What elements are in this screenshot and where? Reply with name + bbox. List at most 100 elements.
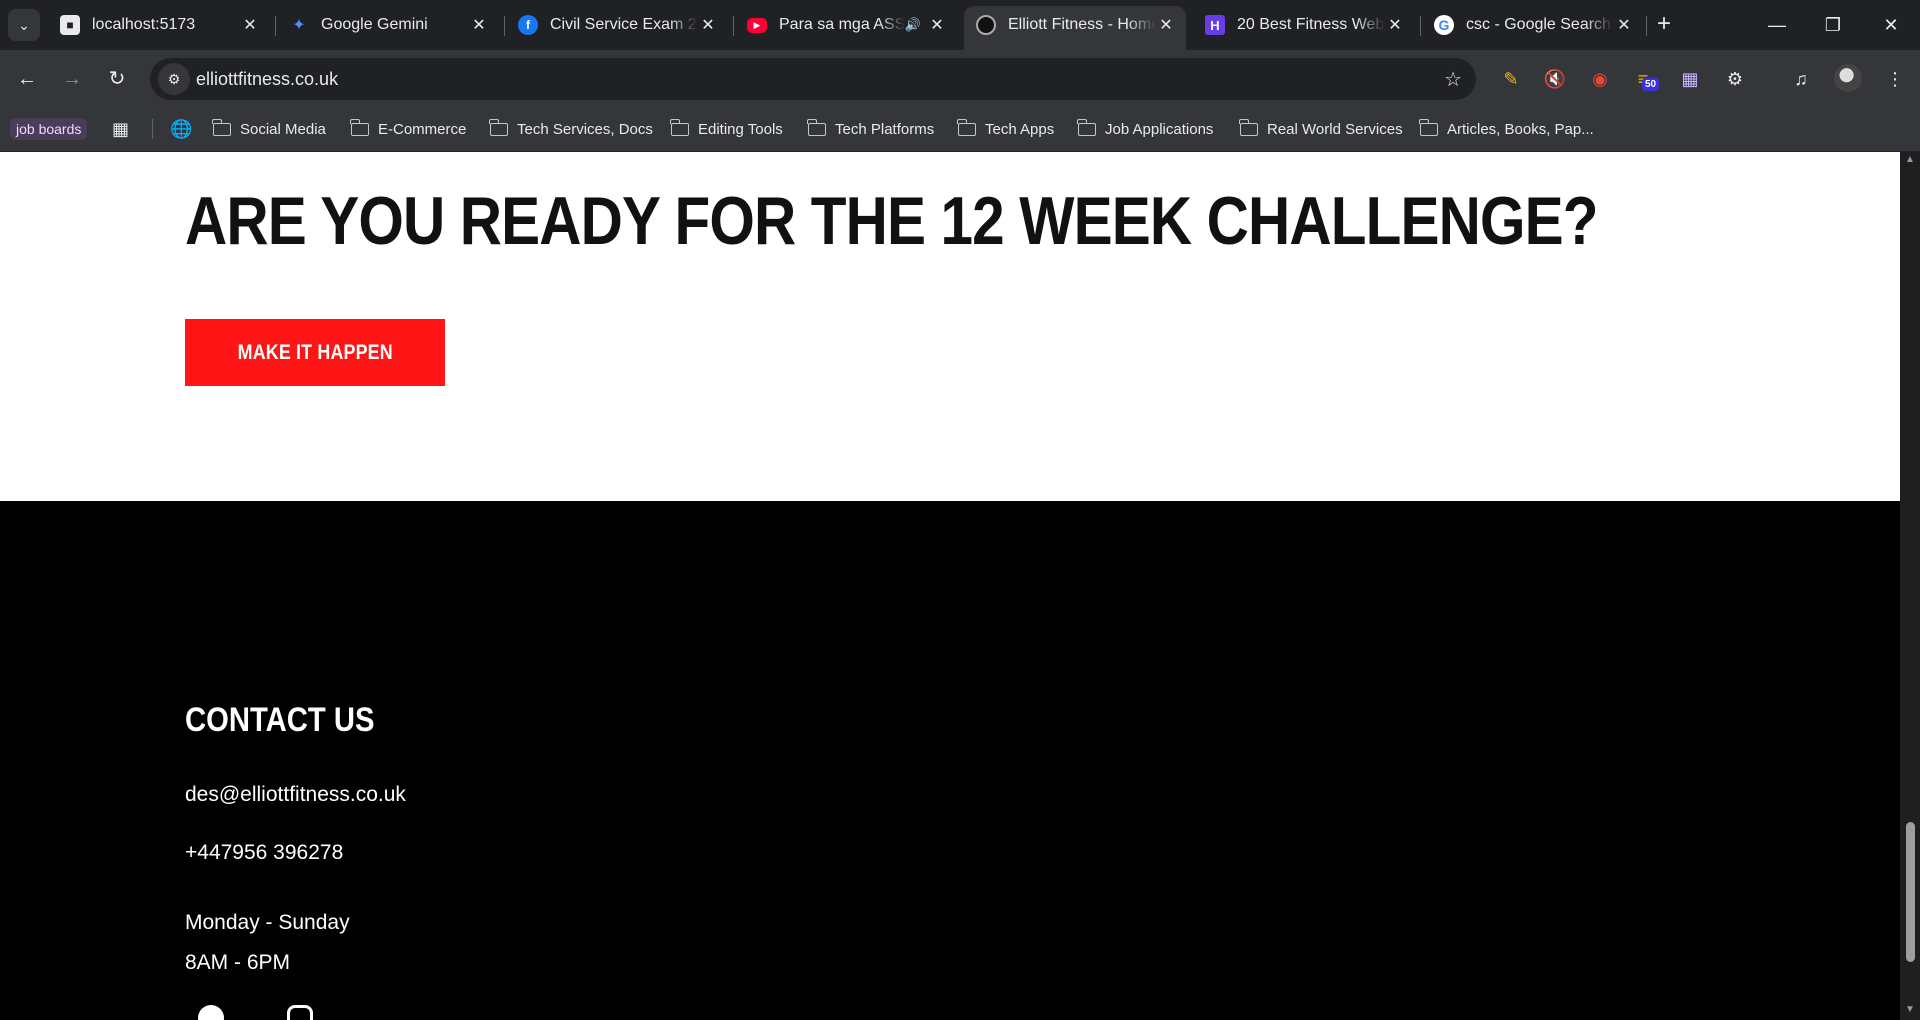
opening-days: Monday - Sunday [185, 911, 350, 934]
reload-button[interactable]: ↻ [100, 62, 134, 96]
url-text[interactable]: elliottfitness.co.uk [196, 69, 338, 90]
profile-avatar[interactable] [1834, 64, 1862, 92]
tab-best-fitness-websites[interactable]: H 20 Best Fitness Websites ✕ [1193, 6, 1415, 44]
folder-icon [1077, 118, 1096, 136]
highlighter-extension-icon[interactable]: ✎ [1496, 64, 1526, 94]
opening-hours: 8AM - 6PM [185, 951, 291, 974]
challenge-heading: ARE YOU READY FOR THE 12 WEEK CHALLENGE? [185, 183, 1598, 259]
folder-icon [957, 118, 976, 136]
bookmark-job-boards[interactable]: job boards [10, 107, 88, 151]
folder-icon [489, 118, 508, 136]
bookmark-label: Editing Tools [698, 120, 783, 138]
quillbot-extension-icon[interactable]: ◉ [1585, 64, 1615, 94]
bookmark-label: Real World Services [1267, 120, 1403, 138]
bookmark-label: Tech Apps [985, 120, 1055, 138]
mute-extension-icon[interactable]: 🔇 [1540, 64, 1570, 94]
scrollbar-thumb[interactable] [1906, 822, 1915, 962]
contact-email-link[interactable]: des@elliottfitness.co.uk [185, 783, 406, 807]
browser-toolbar: ← → ↻ ⚙ elliottfitness.co.uk ☆ ✎ 🔇 ◉ ≡ 5… [0, 50, 1920, 107]
hostinger-icon: H [1205, 15, 1225, 35]
menu-kebab-icon[interactable]: ⋮ [1880, 64, 1910, 94]
forward-button[interactable]: → [55, 62, 89, 96]
folder-icon [670, 118, 689, 136]
bookmark-folder-tech-services[interactable]: Tech Services, Docs [489, 107, 653, 151]
site-footer: CONTACT US des@elliottfitness.co.uk +447… [0, 501, 1900, 1020]
facebook-icon[interactable] [198, 1005, 224, 1020]
close-window-button[interactable]: ✕ [1868, 8, 1914, 42]
tab-divider [733, 16, 734, 36]
tab-divider [1420, 16, 1421, 36]
facebook-icon: f [518, 15, 538, 35]
close-icon[interactable]: ✕ [927, 15, 947, 35]
close-icon[interactable]: ✕ [469, 15, 489, 35]
contact-phone-link[interactable]: +447956 396278 [185, 841, 343, 865]
back-button[interactable]: ← [10, 62, 44, 96]
address-bar[interactable]: ⚙ elliottfitness.co.uk ☆ [150, 58, 1476, 100]
bookmarks-divider [152, 119, 153, 139]
bookmark-folder-editing-tools[interactable]: Editing Tools [670, 107, 783, 151]
site-info-button[interactable]: ⚙ [158, 63, 190, 95]
tab-title: Elliott Fitness - Home [1008, 16, 1156, 33]
arrow-left-icon: ← [17, 68, 37, 90]
bookmark-folder-real-world-services[interactable]: Real World Services [1239, 107, 1403, 151]
elliott-fitness-icon [976, 15, 996, 35]
media-controls-icon[interactable]: ♫ [1786, 64, 1816, 94]
tab-divider [1646, 16, 1647, 36]
bookmark-folder-social-media[interactable]: Social Media [212, 107, 326, 151]
tab-title: Civil Service Exam 2024 [550, 16, 698, 33]
bookmark-folder-articles-books[interactable]: Articles, Books, Pap... [1419, 107, 1594, 151]
tab-divider [275, 16, 276, 36]
tab-gemini[interactable]: ✦ Google Gemini ✕ [277, 6, 499, 44]
plus-icon: + [1656, 10, 1671, 37]
minimize-button[interactable]: — [1754, 8, 1800, 42]
tab-title: Google Gemini [321, 16, 428, 33]
instagram-icon[interactable] [287, 1005, 313, 1020]
apps-grid-icon[interactable]: ▦ [112, 107, 129, 151]
tab-google-search[interactable]: G csc - Google Search ✕ [1422, 6, 1644, 44]
tab-elliott-fitness[interactable]: Elliott Fitness - Home ✕ [964, 6, 1186, 50]
make-it-happen-button[interactable]: MAKE IT HAPPEN [185, 319, 445, 386]
tab-title: Para sa mga ASSISTANT [779, 16, 905, 33]
speaker-icon[interactable]: 🔊 [905, 17, 921, 33]
tune-icon: ⚙ [167, 71, 181, 87]
reader-extension-icon[interactable]: ▦ [1675, 64, 1705, 94]
restore-button[interactable]: ❐ [1810, 8, 1856, 42]
new-tab-button[interactable]: + [1650, 11, 1678, 39]
minimize-icon: — [1768, 15, 1786, 35]
globe-icon[interactable]: 🌐 [170, 107, 192, 151]
tab-title: localhost:5173 [92, 16, 196, 33]
tab-youtube[interactable]: ▶ Para sa mga ASSISTANT 🔊 ✕ [735, 6, 957, 44]
rss-extension-icon[interactable]: ≡ 50 [1628, 64, 1660, 94]
scroll-down-arrow-icon[interactable]: ▼ [1905, 1004, 1915, 1015]
bookmark-folder-job-applications[interactable]: Job Applications [1077, 107, 1214, 151]
reload-icon: ↻ [108, 68, 126, 90]
close-icon[interactable]: ✕ [698, 15, 718, 35]
bookmark-label: Tech Services, Docs [517, 120, 653, 138]
bookmark-folder-tech-apps[interactable]: Tech Apps [957, 107, 1055, 151]
bookmark-label: Social Media [240, 120, 326, 138]
scroll-up-arrow-icon[interactable]: ▲ [1905, 154, 1915, 165]
tab-civil-service[interactable]: f Civil Service Exam 2024 ✕ [506, 6, 728, 44]
tab-divider [504, 16, 505, 36]
bookmark-label: Job Applications [1105, 120, 1214, 138]
close-icon[interactable]: ✕ [1385, 15, 1405, 35]
extensions-puzzle-icon[interactable]: ⚙ [1720, 64, 1750, 94]
close-icon[interactable]: ✕ [240, 15, 260, 35]
bookmark-label: job boards [10, 118, 88, 140]
page-scrollbar[interactable]: ▲ ▼ [1900, 152, 1920, 1020]
bookmark-label: Tech Platforms [835, 120, 935, 138]
bookmark-folder-tech-platforms[interactable]: Tech Platforms [807, 107, 935, 151]
gemini-sparkle-icon: ✦ [292, 17, 306, 34]
extension-badge: 50 [1642, 78, 1660, 91]
youtube-icon: ▶ [747, 17, 767, 33]
close-icon[interactable]: ✕ [1614, 15, 1634, 35]
folder-icon [807, 118, 826, 136]
bookmark-folder-e-commerce[interactable]: E-Commerce [350, 107, 467, 151]
bookmark-star-icon[interactable]: ☆ [1444, 67, 1462, 92]
close-icon[interactable]: ✕ [1156, 15, 1176, 35]
folder-icon [350, 118, 369, 136]
bookmark-label: E-Commerce [378, 120, 467, 138]
tab-search-button[interactable]: ⌄ [8, 9, 40, 41]
tab-localhost[interactable]: ■ localhost:5173 ✕ [48, 6, 270, 44]
bookmarks-bar: job boards ▦ 🌐 Social Media E-Commerce T… [0, 107, 1920, 152]
